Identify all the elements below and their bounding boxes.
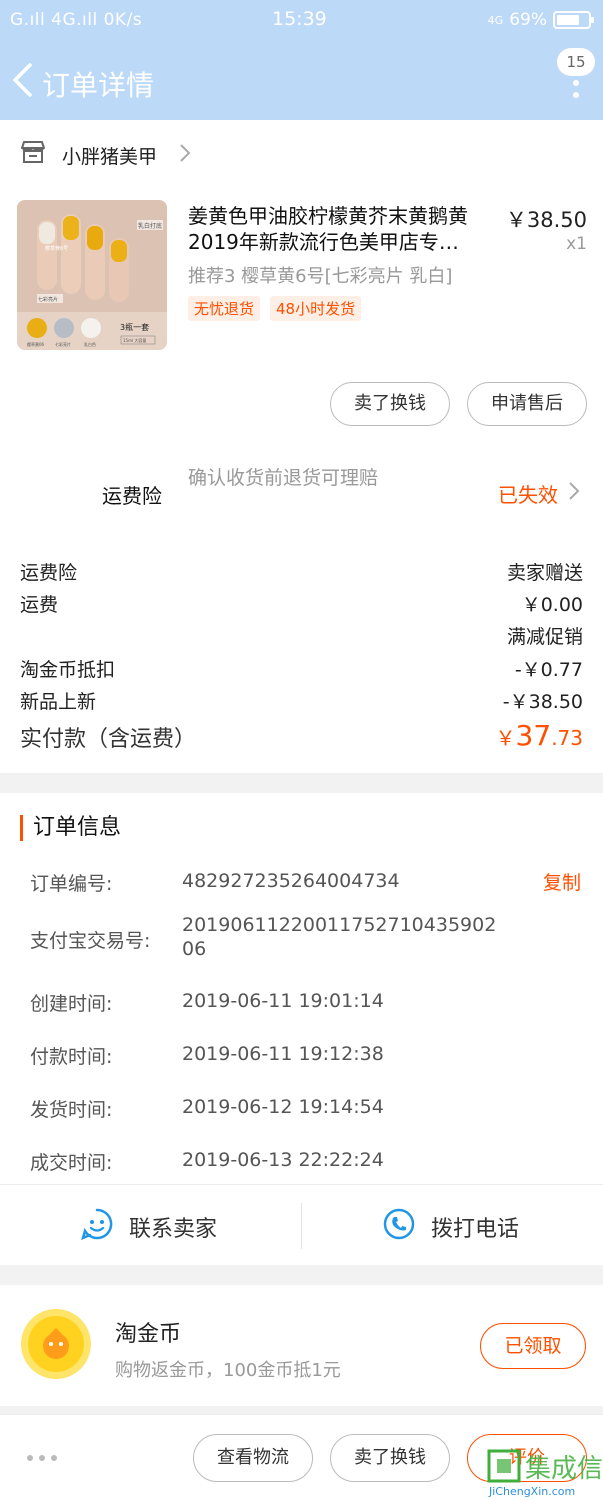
copy-button[interactable]: 复制: [543, 868, 581, 895]
sell-for-cash-bottom-button[interactable]: 卖了换钱: [330, 1434, 450, 1482]
contact-seller-label: 联系卖家: [129, 1217, 218, 1242]
alipay-trade-number: 20190611220011752710435902 06: [182, 914, 497, 960]
contact-seller-button[interactable]: 联系卖家: [0, 1185, 301, 1265]
fee-value: ￥0.00: [521, 594, 583, 616]
tag-48h-shipping: 48小时发货: [270, 296, 362, 321]
info-key: 创建时间:: [30, 993, 113, 1015]
total-paid-amount: ￥37.73: [496, 719, 583, 752]
fee-label: 淘金币抵扣: [20, 659, 116, 681]
product-sku: 推荐3 樱草黄6号[七彩亮片 乳白]: [188, 266, 453, 287]
paid-time: 2019-06-11 19:12:38: [182, 1043, 384, 1065]
message-count-badge: 15: [557, 48, 595, 76]
image-label-side: 七彩亮片: [38, 296, 58, 303]
total-decimal: .73: [551, 726, 583, 750]
coins-desc: 购物返金币，100金币抵1元: [115, 1360, 341, 1381]
fee-value: 满减促销: [506, 626, 583, 648]
fee-label: 新品上新: [20, 691, 97, 713]
phone-icon: [383, 1208, 415, 1240]
taobao-coin-icon: [21, 1309, 91, 1379]
shipping-insurance-status[interactable]: 已失效: [498, 479, 558, 508]
chevron-right-icon[interactable]: [568, 480, 580, 502]
volume-label: 15ml 大容量: [123, 337, 146, 343]
shipping-insurance-desc: 确认收货前退货可理赔: [188, 467, 379, 489]
coins-claimed-button[interactable]: 已领取: [480, 1323, 586, 1369]
section-divider: [0, 1406, 603, 1414]
back-arrow-icon[interactable]: [10, 62, 36, 98]
product-quantity: x1: [566, 234, 587, 254]
created-time: 2019-06-11 19:01:14: [182, 990, 384, 1012]
product-title[interactable]: 姜黄色甲油胶柠檬黄芥末黄鹅黄2019年新款流行色美甲店专…: [188, 203, 498, 255]
total-integer: 37: [515, 719, 552, 752]
more-dot-icon: [573, 80, 579, 86]
network-label: 4G: [487, 13, 504, 27]
more-menu-button[interactable]: 15: [555, 48, 599, 108]
order-number: 482927235264004734: [182, 870, 400, 892]
watermark-logo: 集成信 JiChengXin.com: [487, 1449, 603, 1498]
completed-time: 2019-06-13 22:22:24: [182, 1149, 384, 1171]
fee-value: -￥0.77: [514, 659, 583, 681]
product-thumbnail[interactable]: 乳白打底 樱草黄6号 七彩亮片 樱草黄06 七彩亮片 乳白色 3瓶一套 15ml…: [17, 200, 167, 350]
info-key: 付款时间:: [30, 1046, 113, 1068]
fee-label: 运费险: [20, 562, 78, 584]
signal-text: G.ıll 4G.ıll 0K/s: [10, 10, 143, 30]
info-key: 订单编号:: [30, 873, 113, 895]
status-bar: G.ıll 4G.ıll 0K/s 15:39 4G 69%: [0, 0, 603, 40]
status-right: 4G 69%: [487, 10, 594, 30]
swatch-2-label: 七彩亮片: [55, 341, 71, 347]
order-info-title: 订单信息: [20, 815, 121, 841]
watermark-text: 集成信: [525, 1454, 603, 1484]
shop-name: 小胖猪美甲: [62, 146, 158, 168]
shop-icon: [21, 141, 45, 163]
info-key: 成交时间:: [30, 1152, 113, 1174]
info-key: 支付宝交易号:: [30, 930, 151, 952]
fee-label: 运费: [20, 594, 59, 616]
battery-percent: 69%: [509, 10, 547, 30]
shop-row[interactable]: 小胖猪美甲: [0, 130, 603, 180]
more-dot-icon: [573, 92, 579, 98]
image-label-mid: 樱草黄6号: [45, 245, 68, 252]
after-sale-button[interactable]: 申请售后: [467, 382, 587, 426]
tag-no-worry-return: 无忧退货: [188, 296, 261, 321]
info-key: 发货时间:: [30, 1099, 113, 1121]
shipping-insurance-label: 运费险: [102, 484, 162, 508]
title-bar: 订单详情 15: [0, 48, 603, 114]
currency-symbol: ￥: [495, 726, 516, 750]
swatch-1-label: 樱草黄06: [27, 341, 45, 347]
product-price: ￥38.50: [505, 208, 587, 232]
swatch-3-label: 乳白色: [84, 341, 96, 347]
shipped-time: 2019-06-12 19:14:54: [182, 1096, 384, 1118]
sell-for-cash-button[interactable]: 卖了换钱: [330, 382, 450, 426]
contact-row: 联系卖家 拨打电话: [0, 1184, 603, 1264]
coins-title: 淘金币: [115, 1322, 182, 1347]
call-phone-button[interactable]: 拨打电话: [302, 1185, 603, 1265]
image-label-top: 乳白打底: [138, 222, 162, 230]
chevron-right-icon: [180, 144, 191, 162]
fee-value: 卖家赠送: [506, 562, 583, 584]
chat-smile-icon: [81, 1208, 113, 1241]
page-title: 订单详情: [42, 69, 155, 102]
fee-value: -￥38.50: [502, 691, 583, 713]
view-logistics-button[interactable]: 查看物流: [193, 1434, 313, 1482]
total-paid-label: 实付款（含运费）: [20, 727, 197, 752]
product-tags: 无忧退货 48小时发货: [188, 296, 362, 321]
section-divider: [0, 1265, 603, 1285]
set-label: 3瓶一套: [120, 322, 149, 332]
nail-polish-product-image: 乳白打底 樱草黄6号 七彩亮片 樱草黄06 七彩亮片 乳白色 3瓶一套 15ml…: [17, 200, 167, 350]
call-phone-label: 拨打电话: [431, 1217, 520, 1242]
section-divider: [0, 773, 603, 793]
battery-icon: [553, 11, 594, 29]
clock: 15:39: [272, 8, 327, 30]
watermark-url: JiChengXin.com: [488, 1485, 575, 1498]
more-options-icon[interactable]: [27, 1455, 57, 1463]
top-header: G.ıll 4G.ıll 0K/s 15:39 4G 69% 订单详情 15: [0, 0, 603, 120]
